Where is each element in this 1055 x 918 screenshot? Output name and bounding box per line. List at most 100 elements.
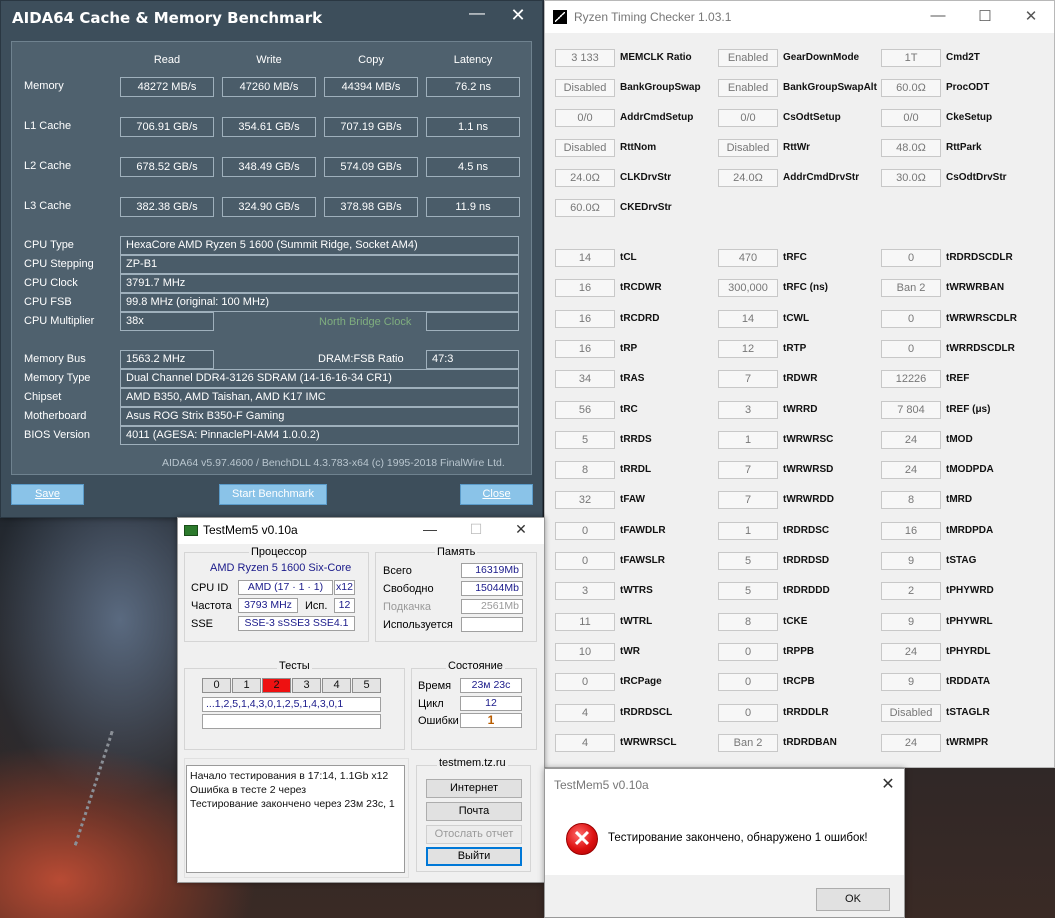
log-line: Ошибка в тесте 2 через — [190, 784, 307, 796]
timing-value: 24 — [881, 642, 941, 661]
memory-row-value: 16319Mb — [461, 563, 523, 578]
aida64-window: AIDA64 Cache & Memory Benchmark — ✕ Read… — [0, 0, 543, 518]
test-tab-4[interactable]: 4 — [322, 678, 351, 693]
close-icon[interactable]: ✕ — [508, 5, 528, 26]
log-line: Начало тестирования в 17:14, 1.1Gb x12 — [190, 770, 389, 782]
timing-label: tWRRD — [783, 403, 818, 415]
ok-button[interactable]: OK — [816, 888, 890, 911]
log-line: Тестирование закончено через 23м 23с, 1 — [190, 798, 395, 810]
timing-value: 8 — [881, 491, 941, 510]
timing-label: tFAW — [620, 494, 645, 506]
close-button[interactable]: ✕ — [512, 521, 530, 538]
north-bridge-clock-value — [426, 312, 519, 331]
bench-value: 4.5 ns — [426, 157, 520, 177]
aida64-results-panel: Read Write Copy Latency Memory 48272 MB/s 4726… — [11, 41, 532, 475]
send-report-button[interactable]: Отослать отчет — [426, 825, 522, 844]
setting-label: ProcODT — [946, 82, 990, 93]
maximize-button[interactable]: ☐ — [975, 7, 995, 25]
timing-label: tPHYWRL — [946, 615, 993, 627]
setting-label: RttNom — [620, 142, 657, 153]
dialog-footer: OK — [545, 875, 904, 917]
minimize-button[interactable]: — — [928, 7, 948, 24]
timing-label: tRCPB — [783, 676, 815, 688]
internet-button[interactable]: Интернет — [426, 779, 522, 798]
timing-value: 34 — [555, 370, 615, 389]
bench-value: 574.09 GB/s — [324, 157, 418, 177]
setting-label: AddrCmdDrvStr — [783, 172, 860, 183]
timing-value: 3 — [718, 400, 778, 419]
close-button[interactable]: ✕ — [879, 774, 897, 794]
timing-label: tWRWRSC — [783, 433, 834, 445]
start-benchmark-button[interactable]: Start Benchmark — [219, 484, 327, 505]
info-label: CPU Multiplier — [24, 315, 95, 327]
ryzen-timing-checker-window: Ryzen Timing Checker 1.03.1 — ☐ ✕ 3 133 M… — [544, 0, 1055, 768]
rtc-titlebar: Ryzen Timing Checker 1.03.1 — ☐ ✕ — [545, 1, 1054, 33]
test-tab-0[interactable]: 0 — [202, 678, 231, 693]
test-tab-2[interactable]: 2 — [262, 678, 291, 693]
memory-row-label: Свободно — [383, 583, 434, 595]
test-tab-1[interactable]: 1 — [232, 678, 261, 693]
timing-label: tWRWRBAN — [946, 282, 1005, 294]
close-button[interactable]: ✕ — [1021, 7, 1041, 25]
timing-value: 5 — [718, 582, 778, 601]
timing-label: tWRWRSCDLR — [946, 312, 1017, 324]
test-log[interactable]: Начало тестирования в 17:14, 1.1Gb x12 Ош… — [186, 765, 405, 873]
info-label: CPU Type — [24, 239, 74, 251]
tests-group-title: Тесты — [277, 660, 312, 672]
timing-label: tWR — [620, 645, 640, 657]
timing-value: 24 — [881, 430, 941, 449]
timing-label: tREF (μs) — [946, 403, 991, 415]
timing-label: tWRWRSCL — [620, 736, 677, 748]
dram-fsb-value: 47:3 — [426, 350, 519, 369]
save-button[interactable]: Save — [11, 484, 84, 505]
exit-button[interactable]: Выйти — [426, 847, 522, 866]
timing-value: 12226 — [881, 370, 941, 389]
setting-label: RttPark — [946, 142, 982, 153]
testmem5-window: TestMem5 v0.10a — ☐ ✕ Процессор AMD Ryze… — [177, 517, 545, 883]
timing-label: tMRD — [946, 494, 973, 506]
frequency-value: 3793 MHz — [238, 598, 298, 613]
bench-value: 678.52 GB/s — [120, 157, 214, 177]
test-tab-3[interactable]: 3 — [292, 678, 321, 693]
timing-label: tRCDRD — [620, 312, 660, 324]
setting-value: 60.0Ω — [555, 199, 615, 217]
state-row-value: 23м 23с — [460, 678, 522, 693]
close-label: Close — [482, 488, 511, 500]
bench-value: 382.38 GB/s — [120, 197, 214, 217]
setting-value: 0/0 — [881, 109, 941, 127]
timing-label: tWRWRSD — [783, 464, 834, 476]
timing-label: tRAS — [620, 373, 645, 385]
timing-value: 7 — [718, 461, 778, 480]
state-group-title: Состояние — [446, 660, 505, 672]
timing-value: 16 — [555, 309, 615, 328]
memory-bus-label: Memory Bus — [24, 353, 86, 365]
timing-value: 56 — [555, 400, 615, 419]
timing-label: tFAWSLR — [620, 555, 665, 566]
timing-label: tRDRDSD — [783, 555, 830, 566]
test-sequence: ...1,2,5,1,4,3,0,1,2,5,1,4,3,0,1 — [202, 697, 381, 712]
column-header-read: Read — [153, 54, 181, 66]
test-tab-5[interactable]: 5 — [352, 678, 381, 693]
minimize-button[interactable]: — — [421, 521, 439, 537]
dialog-message: Тестирование закончено, обнаружено 1 оши… — [608, 832, 868, 844]
close-button[interactable]: Close — [460, 484, 533, 505]
system-info-label: Memory Type — [24, 372, 91, 384]
memory-row-value: 2561Mb — [461, 599, 523, 614]
mail-button[interactable]: Почта — [426, 802, 522, 821]
setting-label: CsOdtSetup — [783, 112, 841, 123]
timing-label: tSTAG — [946, 555, 977, 566]
timing-value: 0 — [555, 521, 615, 540]
timing-label: tPHYWRD — [946, 585, 994, 597]
sse-value: SSE-3 sSSE3 SSE4.1 — [238, 616, 355, 631]
bench-value: 48272 MB/s — [120, 77, 214, 97]
timing-label: tFAWDLR — [620, 524, 666, 536]
state-row-label: Цикл — [418, 698, 444, 710]
setting-value: 30.0Ω — [881, 169, 941, 187]
timing-value: 8 — [555, 461, 615, 480]
system-info-value: Dual Channel DDR4-3126 SDRAM (14-16-16-3… — [120, 369, 519, 388]
state-row-label: Время — [418, 680, 452, 692]
sse-label: SSE — [191, 618, 214, 630]
minimize-button[interactable]: — — [467, 5, 487, 23]
setting-value: 3 133 — [555, 49, 615, 67]
bench-value: 47260 MB/s — [222, 77, 316, 97]
